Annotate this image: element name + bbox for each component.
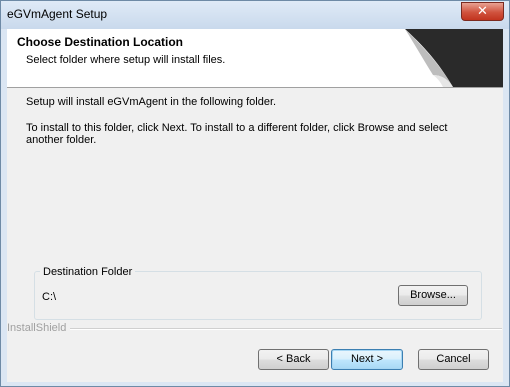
back-button[interactable]: < Back [258, 349, 329, 370]
cancel-button[interactable]: Cancel [418, 349, 489, 370]
destination-folder-label: Destination Folder [40, 266, 136, 278]
instructions-line-1: To install to this folder, click Next. T… [26, 122, 448, 134]
next-button[interactable]: Next > [331, 349, 403, 370]
page-curl-icon [405, 29, 503, 87]
window-title: eGVmAgent Setup [7, 7, 108, 21]
destination-path: C:\ [42, 291, 57, 303]
footer-divider [70, 328, 502, 330]
title-bar[interactable]: eGVmAgent Setup ✕ [1, 1, 509, 29]
page-title: Choose Destination Location [17, 35, 184, 49]
install-info-text: Setup will install eGVmAgent in the foll… [26, 96, 277, 108]
installshield-brand: InstallShield [7, 322, 67, 334]
browse-button[interactable]: Browse... [398, 285, 468, 306]
wizard-header: Choose Destination Location Select folde… [7, 29, 503, 88]
instructions-line-2: another folder. [26, 134, 97, 146]
close-button[interactable]: ✕ [461, 2, 504, 21]
dialog-client-area: Choose Destination Location Select folde… [7, 29, 503, 382]
setup-window: eGVmAgent Setup ✕ Choose Destination Loc… [0, 0, 510, 387]
page-subtitle: Select folder where setup will install f… [26, 54, 226, 66]
close-icon: ✕ [477, 4, 488, 19]
